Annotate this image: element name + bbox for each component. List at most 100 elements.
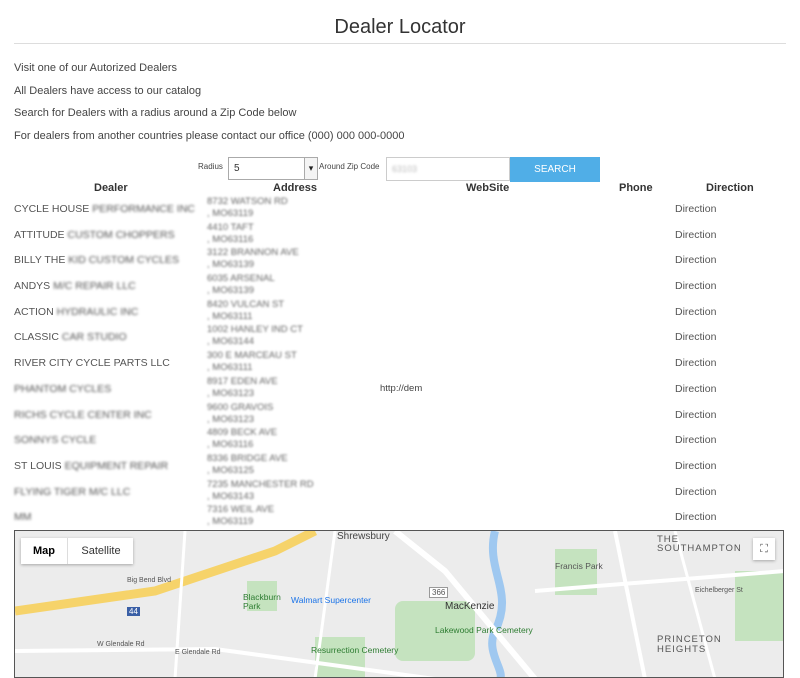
dealer-address: 4410 TAFT, MO63116: [207, 222, 254, 246]
intro-line: Visit one of our Autorized Dealers: [14, 62, 178, 74]
dealer-name-blurred: EQUIPMENT REPAIR: [64, 459, 169, 472]
address-line2: , MO63123: [207, 413, 254, 425]
direction-link[interactable]: Direction: [675, 229, 716, 241]
map-label-resurrection: Resurrection Cemetery: [311, 645, 399, 655]
dealer-name-visible: BILLY THE: [14, 254, 66, 267]
direction-link[interactable]: Direction: [675, 409, 716, 421]
dealer-table: CYCLE HOUSE PERFORMANCE INC 8732 WATSON R…: [0, 196, 800, 530]
dealer-name: RICHS CYCLE CENTER INC: [14, 409, 152, 421]
address-line1: 3122 BRANNON AVE: [207, 247, 299, 259]
address-line2: , MO63144: [207, 336, 254, 348]
table-row: CYCLE HOUSE PERFORMANCE INC 8732 WATSON R…: [0, 196, 800, 222]
direction-link[interactable]: Direction: [675, 486, 716, 498]
direction-link[interactable]: Direction: [675, 511, 716, 523]
map-label-big-bend: Big Bend Blvd: [127, 577, 171, 584]
dealer-name-blurred: MM: [14, 511, 32, 524]
dealer-name-blurred: RICHS CYCLE CENTER INC: [14, 408, 152, 421]
dealer-name-blurred: PHANTOM CYCLES: [14, 382, 112, 395]
map-view[interactable]: Map Satellite ⛶ Shrewsbury THE SOUTHAMPT…: [14, 530, 784, 678]
table-row: ST LOUIS EQUIPMENT REPAIR 8336 BRIDGE AVE…: [0, 453, 800, 479]
direction-link[interactable]: Direction: [675, 254, 716, 266]
address-line1: 6035 ARSENAL: [207, 273, 275, 285]
dealer-address: 6035 ARSENAL, MO63139: [207, 273, 275, 297]
direction-link[interactable]: Direction: [675, 203, 716, 215]
map-label-princeton-heights: PRINCETON HEIGHTS: [657, 634, 722, 655]
header-website: WebSite: [466, 182, 510, 194]
address-line2: , MO63116: [207, 439, 254, 451]
dealer-name: BILLY THE KID CUSTOM CYCLES: [14, 254, 179, 266]
tab-map[interactable]: Map: [21, 538, 67, 564]
fullscreen-icon[interactable]: ⛶: [753, 538, 775, 560]
direction-link[interactable]: Direction: [675, 306, 716, 318]
map-label-blackburn-park: Blackburn Park: [243, 592, 281, 611]
map-label-eichelberger: Eichelberger St: [695, 587, 743, 594]
dealer-name-blurred: FLYING TIGER M/C LLC: [14, 485, 131, 498]
address-line1: 7235 MANCHESTER RD: [207, 478, 314, 490]
dealer-name: PHANTOM CYCLES: [14, 383, 111, 395]
direction-link[interactable]: Direction: [675, 460, 716, 472]
address-line1: 8420 VULCAN ST: [207, 298, 285, 310]
dealer-address: 300 E MARCEAU ST, MO63111: [207, 350, 297, 374]
dealer-name: RIVER CITY CYCLE PARTS LLC: [14, 357, 170, 369]
radius-select[interactable]: 5 ▾: [228, 157, 318, 180]
address-line1: 4410 TAFT: [207, 221, 254, 233]
map-label-mackenzie: MacKenzie: [445, 601, 495, 612]
dealer-name: ACTION HYDRAULIC INC: [14, 306, 138, 318]
dealer-name: CYCLE HOUSE PERFORMANCE INC: [14, 203, 195, 215]
address-line1: 7316 WEIL AVE: [207, 504, 275, 516]
dealer-name-visible: CLASSIC: [14, 331, 59, 344]
dealer-address: 8420 VULCAN ST, MO63111: [207, 299, 284, 323]
park-area: [315, 637, 365, 677]
address-line2: , MO63143: [207, 490, 254, 502]
intro-line: Search for Dealers with a radius around …: [14, 107, 297, 119]
tab-satellite[interactable]: Satellite: [67, 538, 134, 564]
dealer-name: CLASSIC CAR STUDIO: [14, 331, 127, 343]
dealer-address: 8732 WATSON RD, MO63119: [207, 196, 288, 220]
dealer-address: 8917 EDEN AVE, MO63123: [207, 376, 278, 400]
address-line1: 9600 GRAVOIS: [207, 401, 274, 413]
direction-link[interactable]: Direction: [675, 331, 716, 343]
dealer-name: ATTITUDE CUSTOM CHOPPERS: [14, 229, 175, 241]
address-line2: , MO63119: [207, 208, 254, 219]
table-row: PHANTOM CYCLES 8917 EDEN AVE, MO63123 http…: [0, 376, 800, 402]
table-header: Dealer Address WebSite Phone Direction: [0, 182, 800, 196]
dealer-address: 9600 GRAVOIS, MO63123: [207, 402, 273, 426]
park-area: [735, 571, 783, 641]
table-row: ACTION HYDRAULIC INC 8420 VULCAN ST, MO63…: [0, 299, 800, 325]
table-row: MM 7316 WEIL AVE, MO63119 Direction: [0, 504, 800, 530]
address-line1: 8336 BRIDGE AVE: [207, 452, 288, 464]
dealer-website[interactable]: http://dem: [380, 383, 422, 394]
dealer-name: SONNYS CYCLE: [14, 434, 96, 446]
address-line1: 4809 BECK AVE: [207, 427, 278, 439]
dealer-name: MM: [14, 511, 32, 523]
dealer-name-visible: ANDYS: [14, 280, 51, 293]
address-line1: 8917 EDEN AVE: [207, 375, 278, 387]
zip-value: 63103: [392, 164, 418, 174]
dealer-name-blurred: PERFORMANCE INC: [92, 203, 195, 215]
direction-link[interactable]: Direction: [675, 357, 716, 369]
direction-link[interactable]: Direction: [675, 280, 716, 292]
header-direction: Direction: [706, 182, 754, 194]
highway-44-shield: 44: [127, 607, 140, 616]
search-button[interactable]: SEARCH: [510, 157, 600, 182]
table-row: RICHS CYCLE CENTER INC 9600 GRAVOIS, MO63…: [0, 402, 800, 428]
highway-366-shield: 366: [429, 587, 449, 598]
dealer-name: FLYING TIGER M/C LLC: [14, 486, 130, 498]
map-label-shrewsbury: Shrewsbury: [337, 531, 390, 542]
direction-link[interactable]: Direction: [675, 434, 716, 446]
dealer-name: ANDYS M/C REPAIR LLC: [14, 280, 136, 292]
address-line2: , MO63111: [207, 362, 253, 374]
direction-link[interactable]: Direction: [675, 383, 716, 395]
map-label-walmart: Walmart Supercenter: [291, 595, 371, 605]
address-line2: , MO63116: [207, 233, 254, 245]
map-type-control: Map Satellite: [21, 538, 133, 564]
table-row: BILLY THE KID CUSTOM CYCLES 3122 BRANNON …: [0, 247, 800, 273]
map-label-glendale-e: E Glendale Rd: [175, 649, 221, 656]
map-label-glendale-w: W Glendale Rd: [97, 641, 145, 648]
table-row: ATTITUDE CUSTOM CHOPPERS 4410 TAFT, MO631…: [0, 222, 800, 248]
address-line2: , MO63123: [207, 387, 254, 399]
map-label-southampton: THE SOUTHAMPTON: [657, 534, 742, 554]
address-line2: , MO63111: [207, 310, 253, 322]
zip-code-input[interactable]: 63103: [386, 157, 510, 181]
header-phone: Phone: [619, 182, 653, 194]
